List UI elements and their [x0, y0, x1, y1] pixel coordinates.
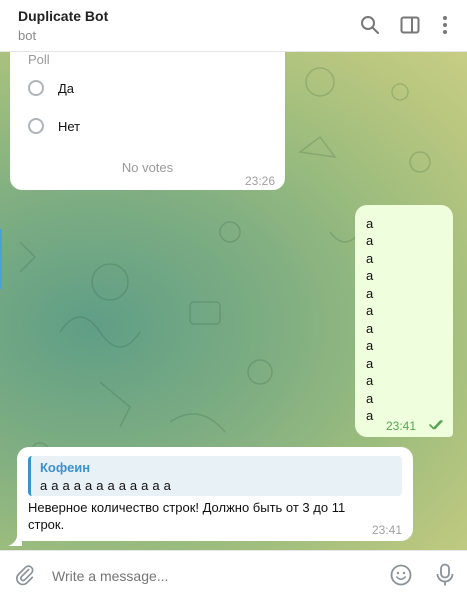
microphone-icon[interactable]: [432, 562, 458, 588]
message-composer: [0, 550, 467, 598]
chat-title[interactable]: Duplicate Bot: [18, 8, 108, 24]
bubble-tail: [8, 536, 22, 546]
message-time: 23:41: [386, 419, 417, 433]
chat-area[interactable]: Poll Да Нет No votes 23:26 а а а а а а а…: [0, 52, 467, 550]
chat-header: Duplicate Bot bot: [0, 0, 467, 52]
reply-author: Кофеин: [40, 460, 91, 475]
message-line: а: [366, 355, 374, 371]
message-line: а: [366, 285, 374, 301]
poll-votes: No votes: [121, 160, 174, 175]
message-line: а: [366, 233, 374, 249]
message-line: а: [366, 268, 374, 284]
message-line: а: [366, 320, 374, 336]
poll-option-label: Нет: [58, 118, 81, 134]
chat-subtitle: bot: [18, 28, 37, 43]
emoji-icon[interactable]: [388, 562, 414, 588]
unread-indicator: [0, 229, 2, 289]
poll-option-label: Да: [58, 80, 75, 96]
paperclip-icon[interactable]: [12, 562, 38, 588]
message-line: а: [366, 407, 374, 423]
message-line: а: [366, 373, 374, 389]
radio-icon[interactable]: [28, 80, 44, 96]
message-line: а: [366, 250, 374, 266]
reply-quote[interactable]: Кофеин а а а а а а а а а а а а: [28, 456, 402, 496]
reply-text: а а а а а а а а а а а а: [40, 478, 172, 493]
poll-label: Poll: [28, 52, 50, 67]
message-text: а а а а а а а а а а а а: [366, 215, 373, 424]
incoming-message[interactable]: Кофеин а а а а а а а а а а а а Неверное …: [17, 447, 413, 541]
poll-option-no[interactable]: Нет: [28, 118, 80, 134]
message-line: а: [366, 303, 374, 319]
double-check-icon: [429, 420, 443, 430]
radio-icon[interactable]: [28, 118, 44, 134]
sidebar-toggle-icon[interactable]: [397, 12, 423, 38]
search-icon[interactable]: [357, 12, 383, 38]
message-text: Неверное количество строк! Должно быть о…: [28, 500, 346, 532]
outgoing-message[interactable]: а а а а а а а а а а а а 23:41: [355, 205, 453, 437]
message-line: а: [366, 338, 374, 354]
message-input[interactable]: [50, 563, 374, 589]
message-line: а: [366, 390, 374, 406]
poll-option-yes[interactable]: Да: [28, 80, 74, 96]
message-time: 23:26: [244, 174, 275, 188]
poll-message: Poll Да Нет No votes 23:26: [10, 52, 285, 190]
more-vertical-icon[interactable]: [432, 12, 458, 38]
message-line: а: [366, 216, 374, 231]
message-time: 23:41: [371, 523, 402, 537]
